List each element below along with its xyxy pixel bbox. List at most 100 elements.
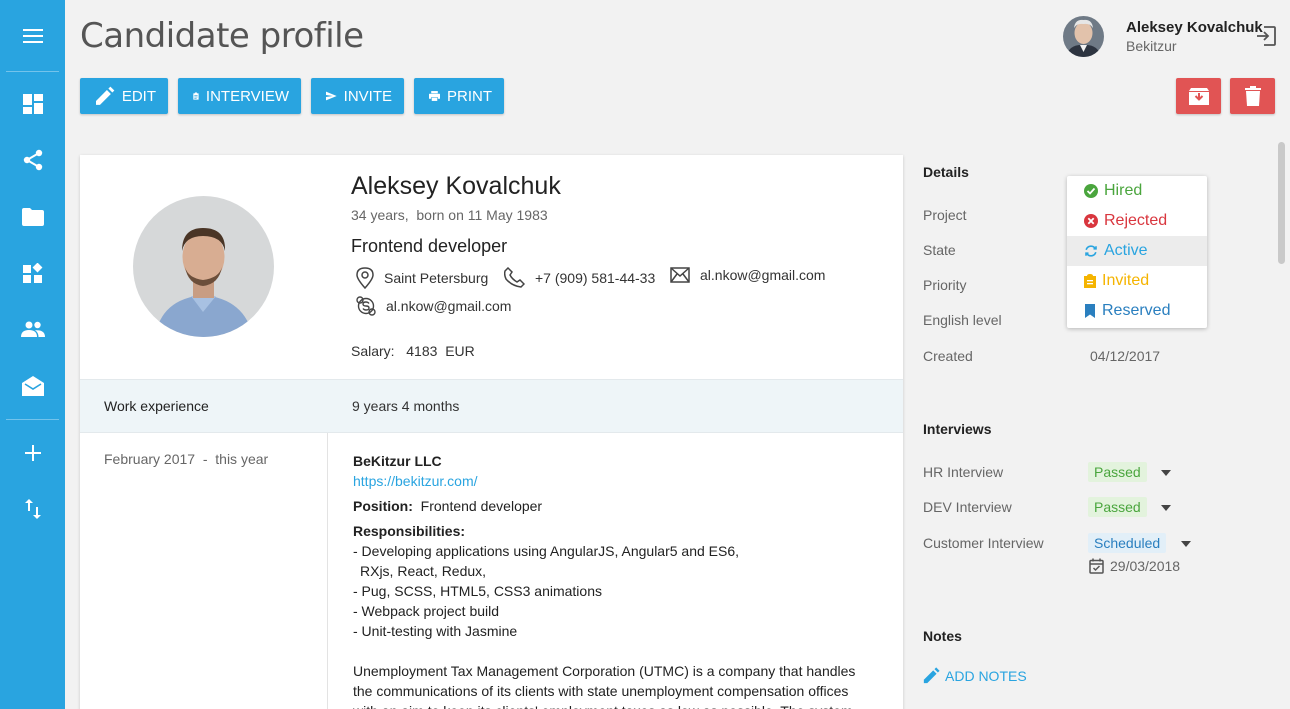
salary-label: Salary: (351, 343, 395, 359)
scrollbar-thumb[interactable] (1278, 142, 1285, 264)
job-company: BeKitzur LLC (353, 453, 442, 469)
column-divider (327, 433, 328, 709)
interview-button[interactable]: INTERVIEW (178, 78, 301, 114)
candidate-position: Frontend developer (351, 236, 508, 256)
check-circle-icon (1084, 184, 1098, 198)
calendar-icon (1089, 558, 1104, 574)
add-notes-label: ADD NOTES (945, 667, 1027, 684)
dashboard-icon[interactable] (0, 84, 65, 124)
job-description-line: Unemployment Tax Management Corporation … (353, 663, 856, 679)
interview-status-badge: Passed (1088, 497, 1147, 517)
archive-icon (1188, 88, 1209, 105)
job-position-label: Position: (353, 498, 413, 514)
job-responsibility: - Pug, SCSS, HTML5, CSS3 animations (353, 583, 602, 599)
user-company: Bekitzur (1126, 38, 1177, 54)
created-value: 04/12/2017 (1090, 348, 1161, 364)
state-option-hired[interactable]: Hired (1067, 176, 1207, 206)
job-responsibility: RXjs, React, Redux, (360, 563, 487, 579)
phone-info[interactable]: +7 (909) 581-44-33 (504, 267, 655, 288)
mail-open-icon[interactable] (0, 366, 65, 406)
job-position: Frontend developer (420, 498, 543, 514)
delete-button[interactable] (1230, 78, 1275, 114)
sidebar-divider (6, 419, 59, 420)
work-experience-row: Work experience 9 years 4 months (80, 379, 903, 433)
phone-icon (504, 267, 525, 288)
interview-label: Customer Interview (923, 535, 1044, 551)
work-experience-total: 9 years 4 months (352, 398, 460, 414)
pencil-icon (95, 86, 115, 105)
candidate-name: Aleksey Kovalchuk (351, 172, 561, 200)
widgets-icon[interactable] (0, 253, 65, 293)
clipboard-icon (193, 92, 199, 100)
work-experience-label: Work experience (104, 398, 209, 414)
cancel-circle-icon (1084, 214, 1098, 228)
salary: Salary: 4183 EUR (351, 343, 475, 359)
trash-icon (1244, 86, 1261, 106)
age-text: 34 years, (351, 207, 409, 223)
birth-date: born on 11 May 1983 (416, 207, 548, 223)
user-avatar[interactable] (1063, 16, 1104, 57)
state-option-invited[interactable]: Invited (1067, 266, 1207, 296)
english-level-label: English level (923, 312, 1002, 328)
priority-label: Priority (923, 277, 967, 293)
print-label: PRINT (447, 87, 492, 105)
location-icon (356, 267, 374, 289)
menu-icon[interactable] (0, 16, 65, 56)
details-title: Details (923, 164, 969, 180)
edit-label: EDIT (121, 87, 156, 105)
interview-status-badge: Passed (1088, 462, 1147, 482)
interviews-title: Interviews (923, 421, 992, 437)
email-text: al.nkow@gmail.com (700, 267, 826, 283)
state-option-label: Hired (1104, 182, 1143, 199)
state-option-active[interactable]: Active (1067, 236, 1207, 266)
bookmark-icon (1085, 304, 1095, 318)
invite-button[interactable]: INVITE (311, 78, 404, 114)
state-option-label: Invited (1102, 272, 1150, 289)
candidate-photo (133, 196, 274, 337)
job-description-line: the communications of its clients with s… (353, 683, 849, 699)
chevron-down-icon[interactable] (1161, 470, 1171, 476)
city-text: Saint Petersburg (384, 270, 489, 286)
add-notes-button[interactable]: ADD NOTES (923, 667, 1027, 684)
job-responsibility: - Developing applications using AngularJ… (353, 543, 740, 559)
pencil-icon (923, 667, 940, 684)
printer-icon (429, 91, 440, 101)
skype-info[interactable]: al.nkow@gmail.com (356, 296, 511, 316)
job-responsibility: - Webpack project build (353, 603, 500, 619)
profile-card: Aleksey Kovalchuk 34 years, born on 11 M… (80, 155, 903, 709)
print-button[interactable]: PRINT (414, 78, 504, 114)
chevron-down-icon[interactable] (1181, 541, 1191, 547)
skype-text: al.nkow@gmail.com (386, 298, 512, 314)
created-label: Created (923, 348, 973, 364)
phone-text: +7 (909) 581-44-33 (535, 269, 656, 286)
job-responsibility: - Unit-testing with Jasmine (353, 623, 518, 639)
job-period: February 2017 - this year (104, 451, 269, 467)
state-label: State (923, 242, 956, 258)
chevron-down-icon[interactable] (1161, 505, 1171, 511)
salary-value: 4183 (406, 343, 438, 359)
user-name: Aleksey Kovalchuk (1126, 19, 1263, 36)
interview-date-text: 29/03/2018 (1110, 558, 1181, 574)
share-icon[interactable] (0, 140, 65, 180)
folder-icon[interactable] (0, 197, 65, 237)
state-option-reserved[interactable]: Reserved (1067, 296, 1207, 326)
archive-button[interactable] (1176, 78, 1221, 114)
invite-label: INVITE (343, 87, 392, 105)
refresh-icon (1085, 245, 1097, 257)
city-info: Saint Petersburg (356, 267, 488, 289)
page-title: Candidate profile (80, 16, 364, 56)
email-info[interactable]: al.nkow@gmail.com (670, 267, 825, 283)
job-description-line: with an aim to keep its clients' employm… (353, 701, 883, 709)
edit-button[interactable]: EDIT (80, 78, 168, 114)
add-icon[interactable] (0, 433, 65, 473)
logout-icon[interactable] (1255, 25, 1279, 49)
people-icon[interactable] (0, 309, 65, 349)
job-responsibilities-label: Responsibilities: (353, 523, 466, 539)
state-option-rejected[interactable]: Rejected (1067, 206, 1207, 236)
project-label: Project (923, 207, 967, 223)
job-entry: BeKitzur LLC https://bekitzur.com/ Posit… (353, 451, 883, 709)
job-url-link[interactable]: https://bekitzur.com/ (353, 473, 478, 489)
interview-label: HR Interview (923, 464, 1004, 480)
swap-vert-icon[interactable] (0, 489, 65, 529)
salary-currency: EUR (445, 343, 475, 359)
